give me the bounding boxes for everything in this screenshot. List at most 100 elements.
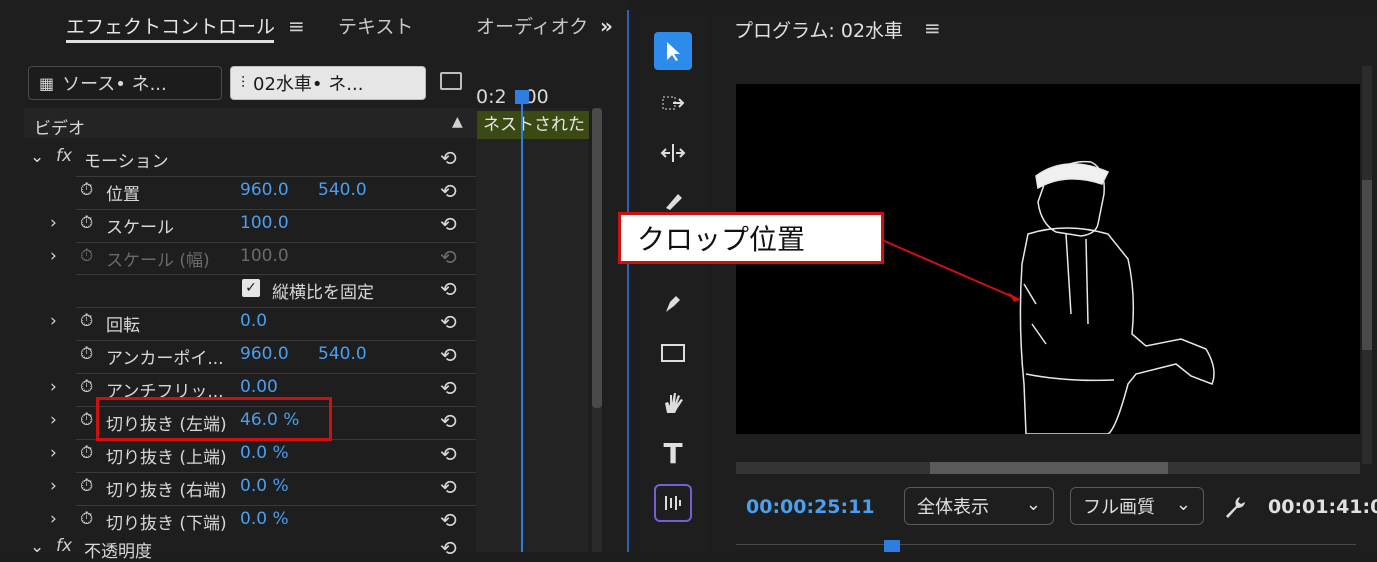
video-section-header	[24, 108, 476, 138]
stopwatch-icon[interactable]: ⏱	[80, 213, 93, 233]
current-timecode[interactable]: 00:00:25:11	[746, 496, 875, 518]
property-value-1[interactable]: 0.0 %	[240, 476, 289, 496]
chevron-down-icon[interactable]: ⌄	[30, 147, 44, 167]
reset-icon-opacity[interactable]: ⟲	[440, 536, 457, 560]
lock-aspect-label: 縦横比を固定	[272, 283, 374, 303]
row-separator	[76, 373, 476, 374]
chevron-down-icon-zoom: ⌄	[1025, 494, 1041, 515]
stopwatch-icon[interactable]: ⏱	[80, 311, 93, 331]
property-value-1[interactable]: 0.00	[240, 377, 278, 397]
reset-icon[interactable]: ⟲	[440, 179, 457, 203]
reset-icon[interactable]: ⟲	[440, 310, 457, 334]
selection-tool-icon[interactable]	[654, 32, 692, 70]
chevron-down-icon-opacity[interactable]: ⌄	[30, 537, 44, 557]
stopwatch-icon[interactable]: ⏱	[80, 344, 93, 364]
property-value-1[interactable]: 0.0 %	[240, 509, 289, 529]
collapse-up-icon[interactable]: ▲	[452, 114, 463, 130]
chevron-right-icon[interactable]: ›	[50, 246, 57, 266]
fx-icon: fx	[56, 146, 73, 166]
reset-icon[interactable]: ⟲	[440, 409, 457, 433]
tab-effect-controls[interactable]: エフェクトコントロール	[66, 12, 275, 39]
row-separator	[76, 505, 476, 506]
stopwatch-icon[interactable]: ⏱	[80, 509, 93, 529]
panel-menu-icon[interactable]: ≡	[288, 14, 305, 38]
effect-motion-label: モーション	[84, 152, 169, 172]
program-menu-icon[interactable]: ≡	[924, 16, 941, 40]
property-value-1[interactable]: 100.0	[240, 246, 289, 266]
quality-dropdown-label: フル画質	[1083, 497, 1155, 518]
effect-scrollbar-thumb[interactable]	[592, 108, 602, 408]
stopwatch-icon[interactable]: ⏱	[80, 410, 93, 430]
stopwatch-icon[interactable]: ⏱	[80, 476, 93, 496]
track-select-tool-icon[interactable]	[654, 84, 692, 122]
chevron-right-icon[interactable]: ›	[50, 443, 57, 463]
zoom-dropdown[interactable]: 全体表示 ⌄	[904, 487, 1054, 525]
playhead-line	[521, 92, 523, 552]
property-value-1[interactable]: 960.0	[240, 344, 289, 364]
chevron-right-icon[interactable]: ›	[50, 311, 57, 331]
reset-icon[interactable]: ⟲	[440, 343, 457, 367]
panel-layout-icon[interactable]	[440, 72, 462, 90]
property-value-1[interactable]: 0.0 %	[240, 443, 289, 463]
program-playhead[interactable]	[884, 540, 900, 552]
property-value-2[interactable]: 540.0	[318, 344, 367, 364]
reset-icon[interactable]: ⟲	[440, 508, 457, 532]
wrench-icon[interactable]	[1222, 494, 1248, 524]
property-label: 切り抜き (右端)	[106, 481, 227, 501]
row-separator	[76, 340, 476, 341]
sequence-button[interactable]: ⫶ 02水車• ネ...	[230, 66, 426, 100]
property-value-1[interactable]: 960.0	[240, 180, 289, 200]
mini-timeline	[476, 108, 588, 552]
nested-clip-bar[interactable]: ネストされた	[477, 111, 589, 139]
reset-icon[interactable]: ⟲	[440, 475, 457, 499]
callout-arrow	[881, 239, 1021, 302]
program-h-scroll-thumb[interactable]	[930, 462, 1168, 474]
grid-icon: ▦	[39, 73, 55, 93]
property-label: 切り抜き (下端)	[106, 514, 227, 534]
ripple-edit-tool-icon[interactable]	[654, 134, 692, 172]
chevron-right-icon[interactable]: ›	[50, 377, 57, 397]
property-value-2[interactable]: 540.0	[318, 180, 367, 200]
reset-icon[interactable]: ⟲	[440, 212, 457, 236]
tab-text[interactable]: テキスト	[338, 12, 413, 39]
reset-icon[interactable]: ⟲	[440, 277, 457, 301]
property-value-1[interactable]: 100.0	[240, 213, 289, 233]
property-label: 回転	[106, 316, 140, 336]
highlight-box-crop-left	[96, 397, 332, 441]
duration-timecode: 00:01:41:0	[1268, 496, 1377, 518]
row-separator	[76, 209, 476, 210]
reset-icon[interactable]: ⟲	[440, 442, 457, 466]
pen-tool-icon[interactable]	[654, 284, 692, 322]
checkbox-icon[interactable]: ✓	[242, 279, 260, 297]
tab-audio[interactable]: オーディオク	[476, 12, 588, 39]
property-label: アンカーポイ...	[106, 349, 224, 369]
double-chevron-right-icon[interactable]: »	[600, 14, 613, 38]
stopwatch-icon[interactable]: ⏱	[80, 180, 93, 200]
hand-tool-icon[interactable]	[654, 384, 692, 422]
callout-text: クロップ位置	[637, 223, 806, 256]
property-label: 切り抜き (上端)	[106, 448, 227, 468]
row-separator	[76, 176, 476, 177]
type-tool-icon[interactable]: T	[654, 434, 692, 472]
chevron-right-icon[interactable]: ›	[50, 410, 57, 430]
reset-icon[interactable]: ⟲	[440, 245, 457, 269]
quality-dropdown[interactable]: フル画質 ⌄	[1070, 487, 1204, 525]
reset-icon[interactable]: ⟲	[440, 376, 457, 400]
chevron-right-icon[interactable]: ›	[50, 509, 57, 529]
chevron-right-icon[interactable]: ›	[50, 213, 57, 233]
source-button-label: ソース• ネ...	[62, 74, 167, 95]
reset-icon-motion[interactable]: ⟲	[440, 146, 457, 170]
stopwatch-icon[interactable]: ⏱	[80, 246, 93, 266]
remix-tool-icon[interactable]	[654, 484, 692, 522]
rectangle-tool-icon[interactable]	[654, 334, 692, 372]
sequence-icon: ⫶	[241, 73, 246, 92]
program-v-scroll-thumb[interactable]	[1362, 180, 1372, 350]
stopwatch-icon[interactable]: ⏱	[80, 443, 93, 463]
property-value-1[interactable]: 0.0	[240, 311, 267, 331]
row-separator	[76, 472, 476, 473]
property-label: スケール (幅)	[106, 251, 210, 271]
fx-icon-opacity: fx	[56, 536, 73, 556]
chevron-right-icon[interactable]: ›	[50, 476, 57, 496]
source-button[interactable]: ▦ ソース• ネ...	[28, 66, 222, 100]
stopwatch-icon[interactable]: ⏱	[80, 377, 93, 397]
